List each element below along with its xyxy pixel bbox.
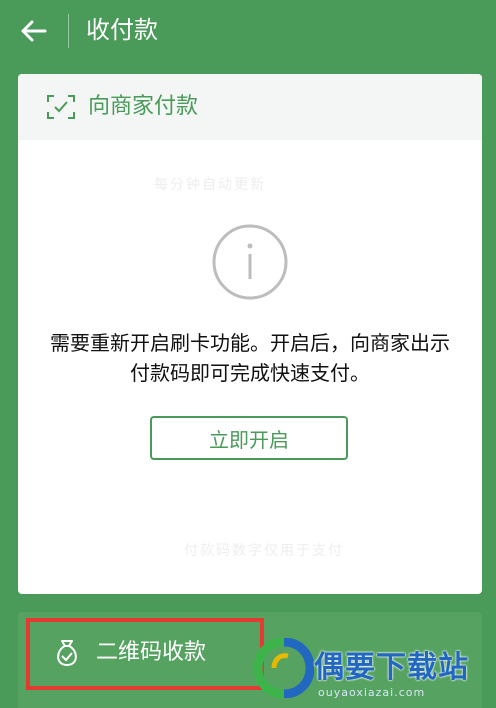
- info-circle-icon: [212, 224, 288, 300]
- enable-now-button[interactable]: 立即开启: [150, 416, 348, 460]
- back-button[interactable]: [14, 14, 54, 48]
- watermark-text: 偶要下载站: [314, 650, 469, 685]
- scan-check-icon: [47, 95, 75, 119]
- faint-code-hint: 付款码数字仅用于支付: [184, 543, 344, 559]
- qr-receive-item[interactable]: 二维码收款: [26, 618, 264, 690]
- page-title: 收付款: [86, 16, 158, 44]
- faint-refresh-hint: 每分钟自动更新: [154, 177, 266, 193]
- reenable-message: 需要重新开启刷卡功能。开启后，向商家出示付款码即可完成快速支付。: [50, 331, 450, 385]
- watermark-url: ouyaoxiazai.com: [318, 686, 426, 699]
- pay-merchant-label: 向商家付款: [88, 94, 199, 119]
- pay-merchant-card: 向商家付款 每分钟自动更新 需要重新开启刷卡功能。开启后，向商家出示付款码即可完…: [18, 74, 482, 594]
- pay-merchant-header[interactable]: 向商家付款: [18, 74, 482, 140]
- arrow-left-icon: [21, 20, 47, 42]
- watermark-logo-icon: [254, 638, 314, 698]
- top-bar: 收付款: [0, 0, 496, 60]
- money-bag-icon: [57, 640, 77, 667]
- site-watermark: 偶要下载站 ouyaoxiazai.com: [254, 636, 492, 708]
- qr-receive-label: 二维码收款: [96, 640, 207, 665]
- header-divider: [68, 14, 69, 48]
